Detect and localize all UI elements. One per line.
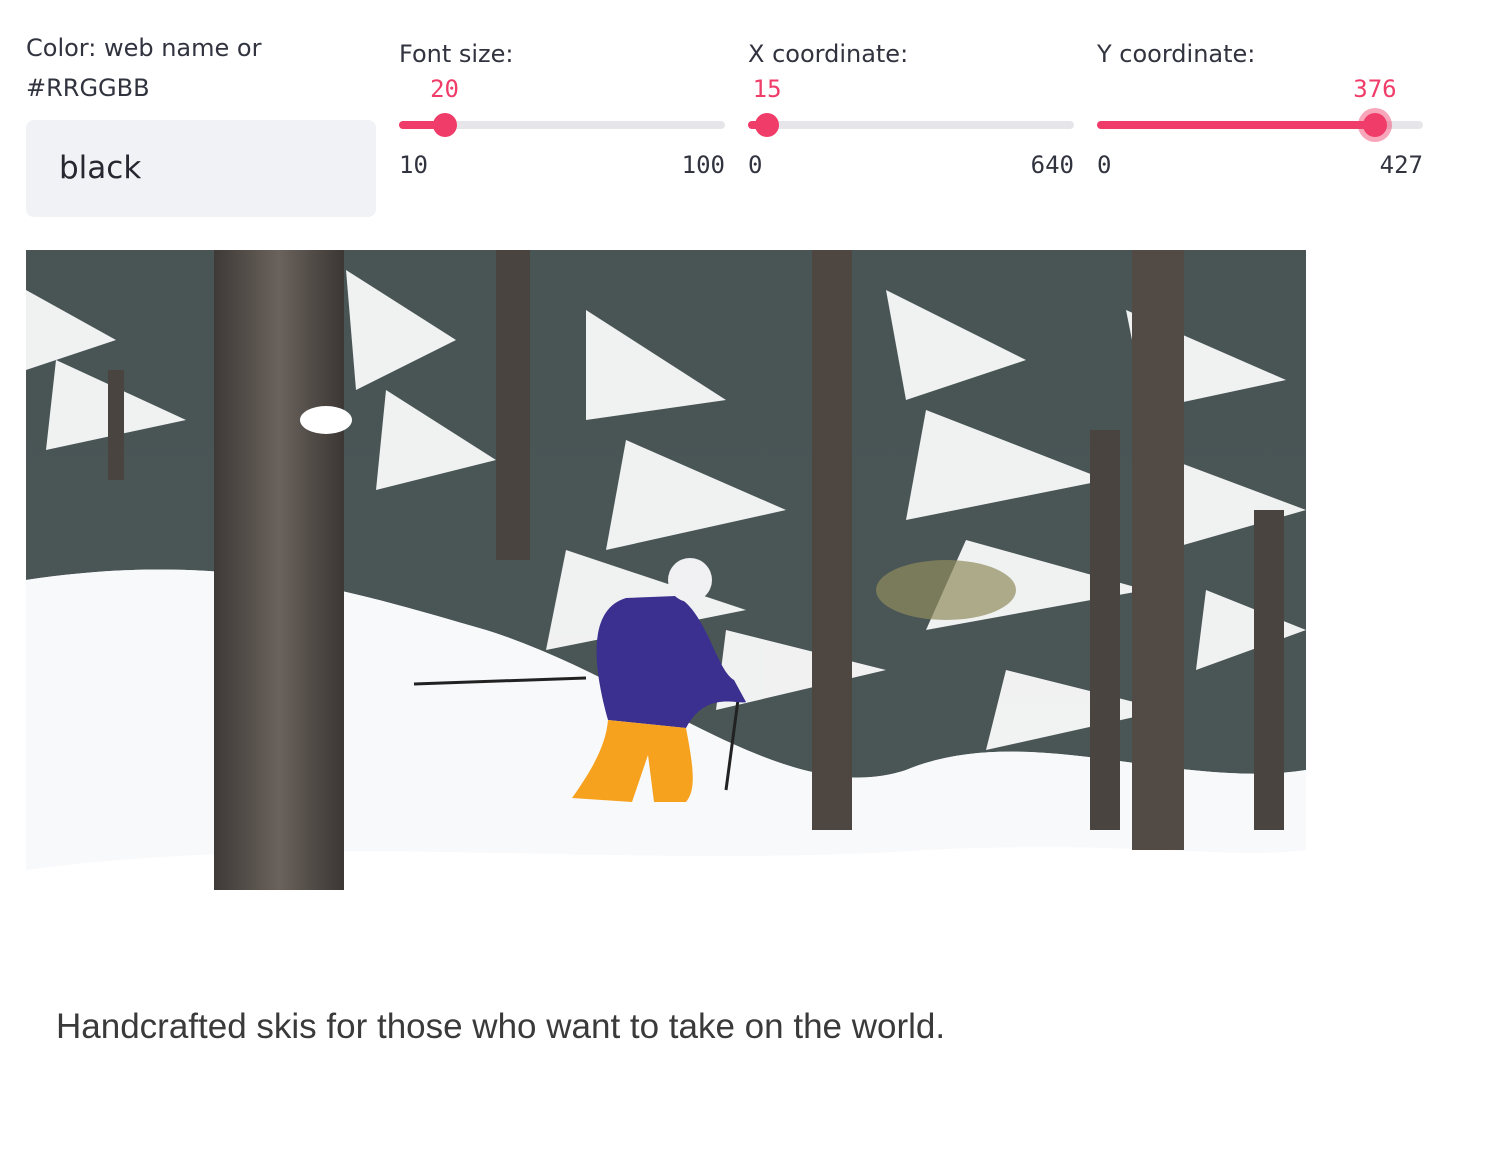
x-coordinate-track[interactable] xyxy=(748,121,1074,129)
ski-scene-illustration xyxy=(26,250,1306,1104)
y-coordinate-thumb[interactable] xyxy=(1362,113,1387,137)
y-coordinate-min: 0 xyxy=(1097,151,1112,179)
ski-photo: Handcrafted skis for those who want to t… xyxy=(26,250,1306,1104)
color-control: Color: web name or #RRGGBB black xyxy=(26,28,376,217)
font-size-label: Font size: xyxy=(399,40,514,68)
y-coordinate-fill xyxy=(1097,121,1375,129)
x-coordinate-slider: X coordinate: 15 0 640 xyxy=(748,28,1074,218)
font-size-thumb[interactable] xyxy=(432,113,457,137)
y-coordinate-slider: Y coordinate: 376 0 427 xyxy=(1097,28,1423,218)
x-coordinate-min: 0 xyxy=(748,151,763,179)
x-coordinate-value: 15 xyxy=(752,75,782,103)
color-text-input[interactable]: black xyxy=(26,120,376,217)
y-coordinate-max: 427 xyxy=(1379,151,1423,179)
font-size-value: 20 xyxy=(430,75,459,103)
font-size-slider: Font size: 20 10 100 xyxy=(399,28,725,218)
image-caption: Handcrafted skis for those who want to t… xyxy=(56,1007,946,1046)
x-coordinate-max: 640 xyxy=(1030,151,1074,179)
font-size-max: 100 xyxy=(681,151,725,179)
x-coordinate-thumb[interactable] xyxy=(755,113,780,137)
x-coordinate-label: X coordinate: xyxy=(748,40,909,68)
font-size-min: 10 xyxy=(399,151,428,179)
y-coordinate-value: 376 xyxy=(1353,75,1397,103)
controls-row: Color: web name or #RRGGBB black Font si… xyxy=(26,28,1426,228)
y-coordinate-label: Y coordinate: xyxy=(1097,40,1256,68)
color-input-label: Color: web name or #RRGGBB xyxy=(26,34,262,102)
